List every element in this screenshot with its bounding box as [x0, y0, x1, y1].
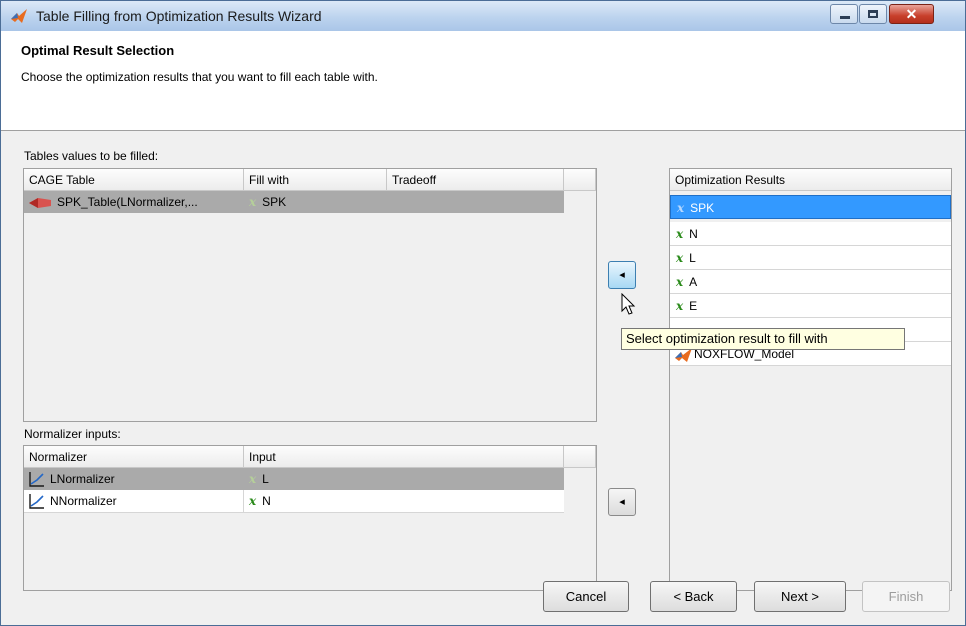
x-variable-icon: x	[676, 251, 684, 265]
column-header-filler	[564, 169, 596, 191]
title-bar[interactable]: Table Filling from Optimization Results …	[1, 1, 965, 31]
x-variable-icon: x	[249, 472, 257, 486]
page-subtitle: Choose the optimization results that you…	[21, 70, 378, 84]
tables-section-label: Tables values to be filled:	[24, 149, 159, 163]
maximize-icon	[868, 10, 878, 18]
maximize-button[interactable]	[859, 4, 887, 24]
list-item[interactable]: x SPK	[670, 195, 951, 219]
cancel-button[interactable]: Cancel	[543, 581, 629, 612]
normalizer-name: NNormalizer	[50, 494, 117, 508]
normalizer-cell: LNormalizer	[24, 468, 244, 490]
wizard-header: Optimal Result Selection Choose the opti…	[1, 31, 965, 131]
column-header-fill-with[interactable]: Fill with	[244, 169, 387, 191]
list-item[interactable]: xE	[670, 294, 951, 318]
input-cell: xL	[244, 468, 564, 490]
x-variable-icon: x	[676, 275, 684, 289]
input-cell: xN	[244, 490, 564, 512]
x-variable-icon: x	[249, 195, 257, 209]
cage-table-icon	[29, 197, 51, 208]
table-row[interactable]: NNormalizer xN	[24, 490, 564, 513]
wizard-window: Table Filling from Optimization Results …	[0, 0, 966, 626]
input-value: L	[262, 472, 269, 486]
result-label: A	[689, 275, 698, 289]
next-button[interactable]: Next >	[754, 581, 846, 612]
optimization-results-list[interactable]: Optimization Results x SPK xN xL xA xE NO…	[669, 168, 952, 591]
minimize-icon	[840, 16, 850, 19]
finish-button[interactable]: Finish	[862, 581, 950, 612]
x-variable-icon: x	[677, 201, 685, 215]
column-header-cage-table[interactable]: CAGE Table	[24, 169, 244, 191]
result-label: L	[689, 251, 696, 265]
table-row[interactable]: LNormalizer xL	[24, 468, 564, 490]
tables-grid[interactable]: CAGE Table Fill with Tradeoff SPK_Table(…	[23, 168, 597, 422]
list-item[interactable]: xN	[670, 222, 951, 246]
cage-table-cell: SPK_Table(LNormalizer,...	[24, 191, 244, 213]
list-item[interactable]: xA	[670, 270, 951, 294]
x-variable-icon: x	[676, 227, 684, 241]
column-header-input[interactable]: Input	[244, 446, 564, 468]
close-button[interactable]: ✕	[889, 4, 934, 24]
result-label: SPK	[690, 201, 715, 215]
column-header-filler	[564, 446, 596, 468]
x-variable-icon: x	[676, 299, 684, 313]
assign-result-button[interactable]: ◂	[608, 261, 636, 289]
close-icon: ✕	[905, 6, 918, 22]
normalizer-icon	[29, 472, 44, 487]
tradeoff-cell	[387, 191, 564, 213]
result-label: E	[689, 299, 698, 313]
normalizer-cell: NNormalizer	[24, 490, 244, 512]
matlab-app-icon	[11, 9, 27, 23]
result-label: N	[689, 227, 698, 241]
optimization-results-header: Optimization Results	[670, 169, 951, 191]
normalizer-icon	[29, 494, 44, 509]
assign-input-button[interactable]: ◂	[608, 488, 636, 516]
fill-with-cell: x SPK	[244, 191, 387, 213]
back-button[interactable]: < Back	[650, 581, 737, 612]
input-value: N	[262, 494, 271, 508]
normalizer-grid[interactable]: Normalizer Input LNormalizer xL NNormali…	[23, 445, 597, 591]
tooltip: Select optimization result to fill with	[621, 328, 905, 350]
normalizer-name: LNormalizer	[50, 472, 115, 486]
fill-with-value: SPK	[262, 195, 287, 209]
minimize-button[interactable]	[830, 4, 858, 24]
normalizer-section-label: Normalizer inputs:	[24, 427, 121, 441]
page-title: Optimal Result Selection	[21, 43, 175, 58]
column-header-tradeoff[interactable]: Tradeoff	[387, 169, 564, 191]
list-item[interactable]: xL	[670, 246, 951, 270]
cage-table-name: SPK_Table(LNormalizer,...	[57, 195, 198, 209]
table-row[interactable]: SPK_Table(LNormalizer,... x SPK	[24, 191, 564, 213]
column-header-normalizer[interactable]: Normalizer	[24, 446, 244, 468]
x-variable-icon: x	[249, 494, 257, 508]
window-title: Table Filling from Optimization Results …	[36, 8, 322, 24]
mouse-cursor-icon	[621, 293, 636, 315]
